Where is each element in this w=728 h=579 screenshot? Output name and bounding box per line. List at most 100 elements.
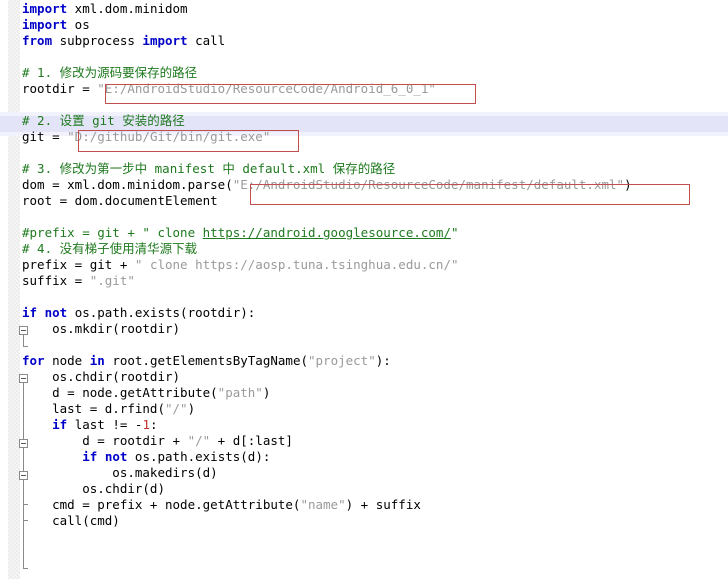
code-line[interactable] (0, 289, 728, 305)
code-line[interactable]: cmd = prefix + node.getAttribute("name")… (0, 497, 728, 513)
code-line-text: for node in root.getElementsByTagName("p… (0, 353, 391, 369)
token-pl: d = rootdir + (22, 433, 188, 448)
token-pl: last = d.rfind( (22, 401, 165, 416)
token-pl: ) (262, 385, 271, 400)
token-kw: import (142, 33, 188, 48)
code-line[interactable]: from subprocess import call (0, 33, 728, 49)
code-line-text: suffix = ".git" (0, 273, 135, 289)
token-pl: ): (375, 353, 391, 368)
code-line[interactable]: prefix = git + " clone https://aosp.tuna… (0, 257, 728, 273)
code-line-text: #prefix = git + " clone https://android.… (0, 225, 459, 241)
code-line[interactable]: rootdir = "E:/AndroidStudio/ResourceCode… (0, 81, 728, 97)
token-pl: subprocess (52, 33, 143, 48)
token-kw: not (44, 305, 68, 320)
token-kw: not (104, 449, 128, 464)
code-line[interactable] (0, 337, 728, 353)
code-line[interactable] (0, 49, 728, 65)
code-line-text: prefix = git + " clone https://aosp.tuna… (0, 257, 459, 273)
token-cm: # 4. 没有梯子使用清华源下载 (22, 241, 198, 256)
code-line[interactable]: os.mkdir(rootdir) (0, 321, 728, 337)
code-line[interactable]: if last != -1: (0, 417, 728, 433)
token-kw: if (82, 449, 98, 464)
token-pl: call (187, 33, 226, 48)
token-kw: if (52, 417, 68, 432)
code-line[interactable]: os.chdir(d) (0, 481, 728, 497)
token-kw: if (22, 305, 38, 320)
code-line[interactable]: #prefix = git + " clone https://android.… (0, 225, 728, 241)
token-pl: call(cmd) (22, 513, 120, 528)
token-kw: in (89, 353, 105, 368)
code-line[interactable]: dom = xml.dom.minidom.parse("E:/AndroidS… (0, 177, 728, 193)
code-line[interactable]: if not os.path.exists(d): (0, 449, 728, 465)
code-line-text: if not os.path.exists(d): (0, 449, 270, 465)
code-surface[interactable]: import xml.dom.minidom import os from subp… (0, 0, 728, 579)
code-line[interactable]: import os (0, 17, 728, 33)
token-st: "E:/AndroidStudio/ResourceCode/manifest/… (232, 177, 625, 192)
code-line[interactable]: import xml.dom.minidom (0, 1, 728, 17)
code-line-text: last = d.rfind("/") (0, 401, 195, 417)
code-line[interactable]: call(cmd) (0, 513, 728, 529)
code-line[interactable]: suffix = ".git" (0, 273, 728, 289)
code-line-text: dom = xml.dom.minidom.parse("E:/AndroidS… (0, 177, 632, 193)
code-line-text: cmd = prefix + node.getAttribute("name")… (0, 497, 421, 513)
token-cm: #prefix = git + " clone https://android.… (22, 225, 459, 240)
code-line[interactable]: last = d.rfind("/") (0, 401, 728, 417)
code-line[interactable]: # 4. 没有梯子使用清华源下载 (0, 241, 728, 257)
code-line[interactable]: os.makedirs(d) (0, 465, 728, 481)
code-line[interactable]: # 1. 修改为源码要保存的路径 (0, 65, 728, 81)
code-line[interactable]: git = "D:/github/Git/bin/git.exe" (0, 129, 728, 145)
token-pl: root.getElementsByTagName( (104, 353, 308, 368)
token-pl: rootdir = (22, 81, 98, 96)
token-st: "name" (300, 497, 346, 512)
token-pl: os.chdir(rootdir) (22, 369, 181, 384)
code-line-text: d = node.getAttribute("path") (0, 385, 270, 401)
token-pl: root = dom.documentElement (22, 193, 218, 208)
code-line-text: os.chdir(d) (0, 481, 165, 497)
code-line[interactable] (0, 145, 728, 161)
token-st: "/" (187, 433, 211, 448)
code-line[interactable]: os.chdir(rootdir) (0, 369, 728, 385)
code-line[interactable] (0, 97, 728, 113)
token-cm: # 3. 修改为第一步中 manifest 中 default.xml 保存的路… (22, 161, 396, 176)
token-st: "D:/github/Git/bin/git.exe" (67, 129, 271, 144)
token-pl: os (67, 17, 90, 32)
code-line[interactable]: if not os.path.exists(rootdir): (0, 305, 728, 321)
token-pl: d = node.getAttribute( (22, 385, 218, 400)
token-kw: from (22, 33, 53, 48)
code-line[interactable]: # 3. 修改为第一步中 manifest 中 default.xml 保存的路… (0, 161, 728, 177)
token-kw: import (22, 17, 68, 32)
code-line-text: # 1. 修改为源码要保存的路径 (0, 65, 197, 81)
token-st: "/" (165, 401, 188, 416)
code-line-text: call(cmd) (0, 513, 120, 529)
code-line-text: # 4. 没有梯子使用清华源下载 (0, 241, 197, 257)
code-line[interactable]: root = dom.documentElement (0, 193, 728, 209)
python-code-editor[interactable]: import xml.dom.minidom import os from subp… (0, 0, 728, 579)
comment-url[interactable]: https://android.googlesource.com/ (203, 225, 451, 240)
token-pl: : (149, 417, 158, 432)
code-line[interactable]: d = node.getAttribute("path") (0, 385, 728, 401)
token-pl: suffix = (22, 273, 90, 288)
code-line[interactable]: d = rootdir + "/" + d[:last] (0, 433, 728, 449)
token-pl: dom = xml.dom.minidom.parse( (22, 177, 233, 192)
token-pl: os.makedirs(d) (22, 465, 218, 480)
code-line-text: import xml.dom.minidom (0, 1, 188, 17)
code-line-text: os.makedirs(d) (0, 465, 218, 481)
code-line-text: import os (0, 17, 90, 33)
token-st: "project" (308, 353, 376, 368)
code-line-text: if not os.path.exists(rootdir): (0, 305, 255, 321)
token-cm: # 2. 设置 git 安装的路径 (22, 113, 185, 128)
code-line[interactable]: # 2. 设置 git 安装的路径 (0, 113, 728, 129)
token-pl: os.path.exists(d): (127, 449, 271, 464)
code-line[interactable]: for node in root.getElementsByTagName("p… (0, 353, 728, 369)
token-st: ".git" (89, 273, 135, 288)
token-num: 1 (142, 417, 150, 432)
token-st: "path" (217, 385, 263, 400)
code-line[interactable] (0, 209, 728, 225)
token-pl: os.mkdir(rootdir) (22, 321, 181, 336)
token-pl: cmd = prefix + node.getAttribute( (22, 497, 301, 512)
token-pl: prefix = git + (22, 257, 135, 272)
token-pl: ) (624, 177, 632, 192)
